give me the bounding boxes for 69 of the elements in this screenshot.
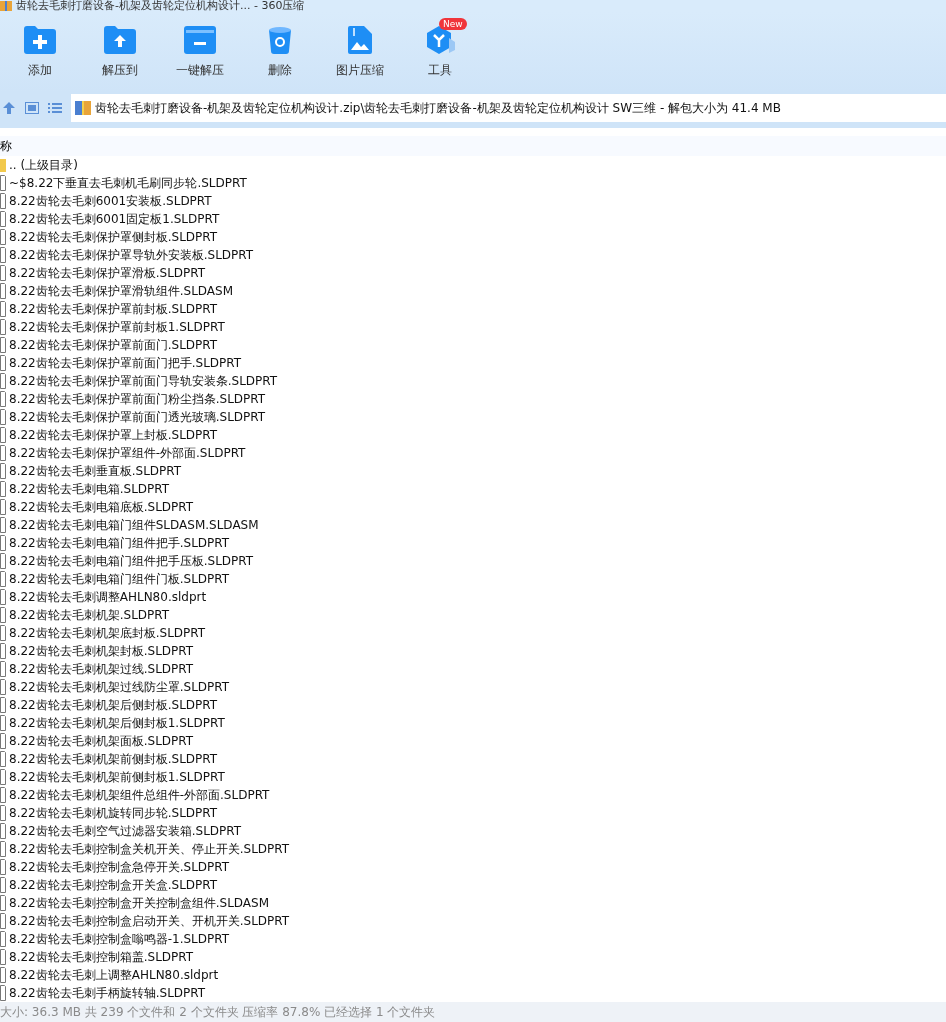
folder-icon — [0, 158, 6, 173]
list-view-icon[interactable] — [48, 102, 62, 115]
file-name[interactable]: 8.22齿轮去毛刺控制盒关机开关、停止开关.SLDPRT — [9, 840, 290, 858]
file-name[interactable]: 8.22齿轮去毛刺手柄旋转轴.SLDPRT — [9, 984, 206, 1002]
file-name[interactable]: 8.22齿轮去毛刺控制箱盖.SLDPRT — [9, 948, 194, 966]
thumbnail-view-icon[interactable] — [25, 102, 39, 115]
new-badge: New — [439, 17, 467, 30]
archive-icon — [75, 101, 91, 116]
file-name[interactable]: 8.22齿轮去毛刺保护罩前面门粉尘挡条.SLDPRT — [9, 390, 266, 408]
folder-plus-icon — [24, 25, 56, 54]
file-name[interactable]: 8.22齿轮去毛刺保护罩前面门导轨安装条.SLDPRT — [9, 372, 278, 390]
file-name[interactable]: 8.22齿轮去毛刺保护罩前面门透光玻璃.SLDPRT — [9, 408, 266, 426]
column-header[interactable]: 称 — [0, 137, 12, 155]
file-name[interactable]: 8.22齿轮去毛刺保护罩前面门.SLDPRT — [9, 336, 218, 354]
toolbar-button[interactable]: 一键解压 — [160, 21, 240, 87]
file-name[interactable]: 8.22齿轮去毛刺机架底封板.SLDPRT — [9, 624, 206, 642]
file-name[interactable]: 8.22齿轮去毛刺机架前侧封板1.SLDPRT — [9, 768, 225, 786]
toolbar-button[interactable]: 图片压缩 — [320, 21, 400, 87]
window-title: 齿轮去毛刺打磨设备-机架及齿轮定位机构设计... - 360压缩 — [16, 0, 305, 12]
file-name[interactable]: 8.22齿轮去毛刺机架面板.SLDPRT — [9, 732, 194, 750]
file-name[interactable]: 8.22齿轮去毛刺机旋转同步轮.SLDPRT — [9, 804, 218, 822]
file-name[interactable]: 8.22齿轮去毛刺电箱门组件SLDASM.SLDASM — [9, 516, 259, 534]
file-name[interactable]: 8.22齿轮去毛刺机架.SLDPRT — [9, 606, 170, 624]
file-name[interactable]: 8.22齿轮去毛刺控制盒开关控制盒组件.SLDASM — [9, 894, 270, 912]
recycle-bin-icon — [268, 25, 292, 54]
file-name[interactable]: 8.22齿轮去毛刺机架后侧封板1.SLDPRT — [9, 714, 225, 732]
toolbar-button[interactable]: 删除 — [240, 21, 320, 87]
file-name[interactable]: 8.22齿轮去毛刺保护罩导轨外安装板.SLDPRT — [9, 246, 254, 264]
tools-cube-icon — [425, 25, 455, 54]
file-name[interactable]: 8.22齿轮去毛刺机架组件总组件-外部面.SLDPRT — [9, 786, 270, 804]
file-name[interactable]: 8.22齿轮去毛刺保护罩上封板.SLDPRT — [9, 426, 218, 444]
file-name[interactable]: 8.22齿轮去毛刺电箱.SLDPRT — [9, 480, 170, 498]
file-name[interactable]: 8.22齿轮去毛刺垂直板.SLDPRT — [9, 462, 182, 480]
file-name[interactable]: 8.22齿轮去毛刺电箱门组件把手.SLDPRT — [9, 534, 230, 552]
file-name[interactable]: 8.22齿轮去毛刺6001安装板.SLDPRT — [9, 192, 212, 210]
status-bar: 大小: 36.3 MB 共 239 个文件和 2 个文件夹 压缩率 87.8% 已经选择 1 个文件夹 — [0, 1002, 946, 1022]
file-name[interactable]: 8.22齿轮去毛刺电箱门组件门板.SLDPRT — [9, 570, 230, 588]
file-name[interactable]: 8.22齿轮去毛刺机架过线防尘罩.SLDPRT — [9, 678, 230, 696]
file-name[interactable]: 8.22齿轮去毛刺控制盒启动开关、开机开关.SLDPRT — [9, 912, 290, 930]
file-name[interactable]: 8.22齿轮去毛刺控制盒急停开关.SLDPRT — [9, 858, 230, 876]
file-name[interactable]: 8.22齿轮去毛刺保护罩前封板1.SLDPRT — [9, 318, 225, 336]
toolbar-button[interactable]: 添加 — [0, 21, 80, 87]
up-arrow-icon[interactable] — [2, 101, 16, 116]
file-name[interactable]: 8.22齿轮去毛刺控制盒开关盒.SLDPRT — [9, 876, 218, 894]
file-name[interactable]: 8.22齿轮去毛刺机架封板.SLDPRT — [9, 642, 194, 660]
file-name[interactable]: 8.22齿轮去毛刺机架后侧封板.SLDPRT — [9, 696, 218, 714]
file-name[interactable]: 8.22齿轮去毛刺上调整AHLN80.sldprt — [9, 966, 219, 984]
toolbar-button[interactable]: 解压到 — [80, 21, 160, 87]
file-name[interactable]: 8.22齿轮去毛刺保护罩侧封板.SLDPRT — [9, 228, 218, 246]
file-name[interactable]: 8.22齿轮去毛刺机架前侧封板.SLDPRT — [9, 750, 218, 768]
file-name[interactable]: 8.22齿轮去毛刺电箱底板.SLDPRT — [9, 498, 194, 516]
file-name[interactable]: 8.22齿轮去毛刺控制盒嗡鸣器-1.SLDPRT — [9, 930, 230, 948]
file-name[interactable]: 8.22齿轮去毛刺调整AHLN80.sldprt — [9, 588, 207, 606]
folder-minus-icon — [184, 25, 216, 54]
file-name[interactable]: 8.22齿轮去毛刺保护罩前面门把手.SLDPRT — [9, 354, 242, 372]
file-name[interactable]: ~$8.22下垂直去毛刺机毛刷同步轮.SLDPRT — [9, 174, 247, 192]
file-name[interactable]: 8.22齿轮去毛刺保护罩组件-外部面.SLDPRT — [9, 444, 246, 462]
archive-icon — [0, 0, 12, 11]
image-file-icon — [348, 25, 372, 54]
file-name[interactable]: 8.22齿轮去毛刺保护罩滑板.SLDPRT — [9, 264, 206, 282]
file-name[interactable]: 8.22齿轮去毛刺机架过线.SLDPRT — [9, 660, 194, 678]
file-name[interactable]: .. (上级目录) — [9, 156, 78, 174]
address-field[interactable]: 齿轮去毛刺打磨设备-机架及齿轮定位机构设计.zip\齿轮去毛刺打磨设备-机架及齿轮定位机构设计 SW三维 - 解包大小为 41.4 MB — [71, 94, 946, 123]
file-name[interactable]: 8.22齿轮去毛刺保护罩滑轨组件.SLDASM — [9, 282, 234, 300]
file-name[interactable]: 8.22齿轮去毛刺保护罩前封板.SLDPRT — [9, 300, 218, 318]
file-name[interactable]: 8.22齿轮去毛刺空气过滤器安装箱.SLDPRT — [9, 822, 242, 840]
file-name[interactable]: 8.22齿轮去毛刺6001固定板1.SLDPRT — [9, 210, 220, 228]
folder-upload-icon — [104, 25, 136, 54]
file-name[interactable]: 8.22齿轮去毛刺电箱门组件把手压板.SLDPRT — [9, 552, 254, 570]
